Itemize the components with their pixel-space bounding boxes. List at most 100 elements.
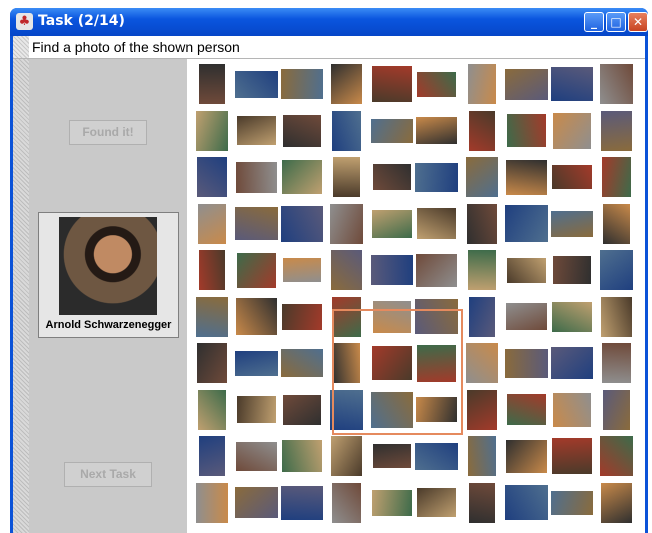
photo-thumbnail[interactable] (236, 441, 277, 471)
next-task-button[interactable]: Next Task (64, 462, 152, 487)
photo-thumbnail[interactable] (371, 66, 412, 103)
photo-thumbnail[interactable] (552, 392, 591, 427)
photo-thumbnail[interactable] (195, 482, 228, 523)
photo-thumbnail[interactable] (235, 70, 278, 98)
photo-thumbnail[interactable] (603, 203, 630, 244)
photo-thumbnail[interactable] (417, 71, 456, 97)
left-panel-grip (13, 59, 29, 533)
photo-thumbnail[interactable] (601, 296, 632, 337)
photo-thumbnail[interactable] (235, 350, 278, 376)
photo-thumbnail[interactable] (466, 203, 497, 244)
photo-thumbnail[interactable] (198, 64, 225, 105)
photo-thumbnail[interactable] (506, 159, 547, 195)
photo-thumbnail[interactable] (282, 394, 321, 425)
photo-thumbnail[interactable] (468, 296, 495, 337)
photo-thumbnail[interactable] (281, 160, 322, 195)
app-logo-icon: ♣ (16, 13, 33, 30)
photo-thumbnail[interactable] (552, 256, 591, 285)
photo-thumbnail[interactable] (467, 250, 496, 291)
photo-thumbnail[interactable] (602, 343, 631, 384)
photo-thumbnail[interactable] (551, 301, 592, 332)
photo-thumbnail[interactable] (237, 396, 276, 424)
photo-thumbnail[interactable] (550, 490, 593, 515)
photo-thumbnail[interactable] (282, 114, 321, 147)
photo-thumbnail[interactable] (552, 112, 591, 149)
photo-thumbnail[interactable] (465, 343, 498, 384)
photo-thumbnail[interactable] (468, 482, 495, 523)
photo-thumbnail[interactable] (600, 64, 633, 105)
photo-thumbnail[interactable] (505, 485, 548, 521)
photo-thumbnail[interactable] (282, 258, 321, 283)
photo-thumbnail[interactable] (466, 389, 497, 430)
photo-thumbnail[interactable] (550, 210, 593, 237)
photo-thumbnail[interactable] (551, 165, 592, 190)
photo-thumbnail[interactable] (332, 110, 361, 151)
photo-thumbnail[interactable] (237, 252, 276, 288)
photo-thumbnail[interactable] (600, 250, 633, 291)
photo-thumbnail[interactable] (237, 116, 276, 146)
close-button[interactable]: ✕ (628, 12, 648, 32)
photo-thumbnail[interactable] (236, 298, 277, 336)
photo-thumbnail[interactable] (601, 482, 632, 523)
photo-thumbnail[interactable] (507, 114, 546, 148)
photo-thumbnail[interactable] (198, 250, 225, 291)
photo-thumbnail[interactable] (280, 69, 323, 100)
photo-thumbnail[interactable] (468, 110, 495, 151)
photo-thumbnail[interactable] (507, 257, 546, 283)
photo-thumbnail[interactable] (506, 439, 547, 473)
photo-thumbnail[interactable] (280, 349, 323, 378)
photo-thumbnail[interactable] (505, 205, 548, 243)
photo-thumbnail[interactable] (505, 68, 548, 100)
photo-thumbnail[interactable] (551, 438, 592, 475)
found-it-button[interactable]: Found it! (69, 120, 147, 145)
photo-thumbnail[interactable] (602, 157, 631, 198)
photo-thumbnail[interactable] (467, 64, 496, 105)
photo-thumbnail[interactable] (280, 205, 323, 242)
maximize-button[interactable]: □ (606, 12, 626, 32)
photo-thumbnail[interactable] (507, 394, 546, 426)
photo-thumbnail[interactable] (331, 250, 362, 291)
photo-thumbnail[interactable] (416, 117, 457, 145)
title-bar[interactable]: ♣ Task (2/14) _ □ ✕ (10, 8, 648, 36)
photo-thumbnail[interactable] (330, 203, 363, 244)
photo-thumbnail[interactable] (371, 209, 412, 238)
photo-thumbnail[interactable] (331, 436, 362, 477)
photo-thumbnail[interactable] (600, 436, 633, 477)
photo-thumbnail[interactable] (333, 157, 360, 198)
photo-thumbnail[interactable] (280, 485, 323, 520)
photo-thumbnail[interactable] (416, 253, 457, 287)
photo-thumbnail[interactable] (371, 489, 412, 516)
photo-thumbnail[interactable] (195, 110, 228, 151)
photo-thumbnail[interactable] (195, 296, 228, 337)
photo-thumbnail[interactable] (465, 157, 498, 198)
photo-thumbnail[interactable] (236, 161, 277, 193)
photo-thumbnail[interactable] (281, 440, 322, 473)
photo-thumbnail[interactable] (417, 488, 456, 518)
photo-thumbnail[interactable] (235, 487, 278, 519)
photo-thumbnail[interactable] (603, 389, 630, 430)
photo-thumbnail[interactable] (506, 303, 547, 331)
photo-thumbnail[interactable] (601, 110, 632, 151)
photo-thumbnail[interactable] (417, 208, 456, 240)
photo-thumbnail[interactable] (550, 347, 593, 380)
photo-thumbnail[interactable] (370, 118, 413, 143)
photo-thumbnail[interactable] (198, 436, 225, 477)
photo-thumbnail[interactable] (281, 303, 322, 330)
photo-thumbnail[interactable] (332, 482, 361, 523)
photo-thumbnail[interactable] (197, 389, 226, 430)
photo-thumbnail[interactable] (505, 348, 548, 378)
photo-thumbnail[interactable] (372, 444, 411, 469)
photo-thumbnail[interactable] (196, 157, 227, 198)
photo-thumbnail[interactable] (197, 203, 226, 244)
photo-thumbnail[interactable] (415, 442, 458, 470)
photo-thumbnail[interactable] (235, 207, 278, 241)
photo-thumbnail[interactable] (415, 162, 458, 192)
photo-thumbnail[interactable] (331, 64, 362, 105)
photo-thumbnail[interactable] (467, 436, 496, 477)
photo-thumbnail[interactable] (370, 255, 413, 286)
photo-thumbnail[interactable] (550, 67, 593, 102)
photo-thumbnail[interactable] (196, 343, 227, 384)
minimize-button[interactable]: _ (584, 12, 604, 32)
photo-thumbnail[interactable] (372, 164, 411, 191)
instruction-bar: Find a photo of the shown person (13, 36, 645, 59)
